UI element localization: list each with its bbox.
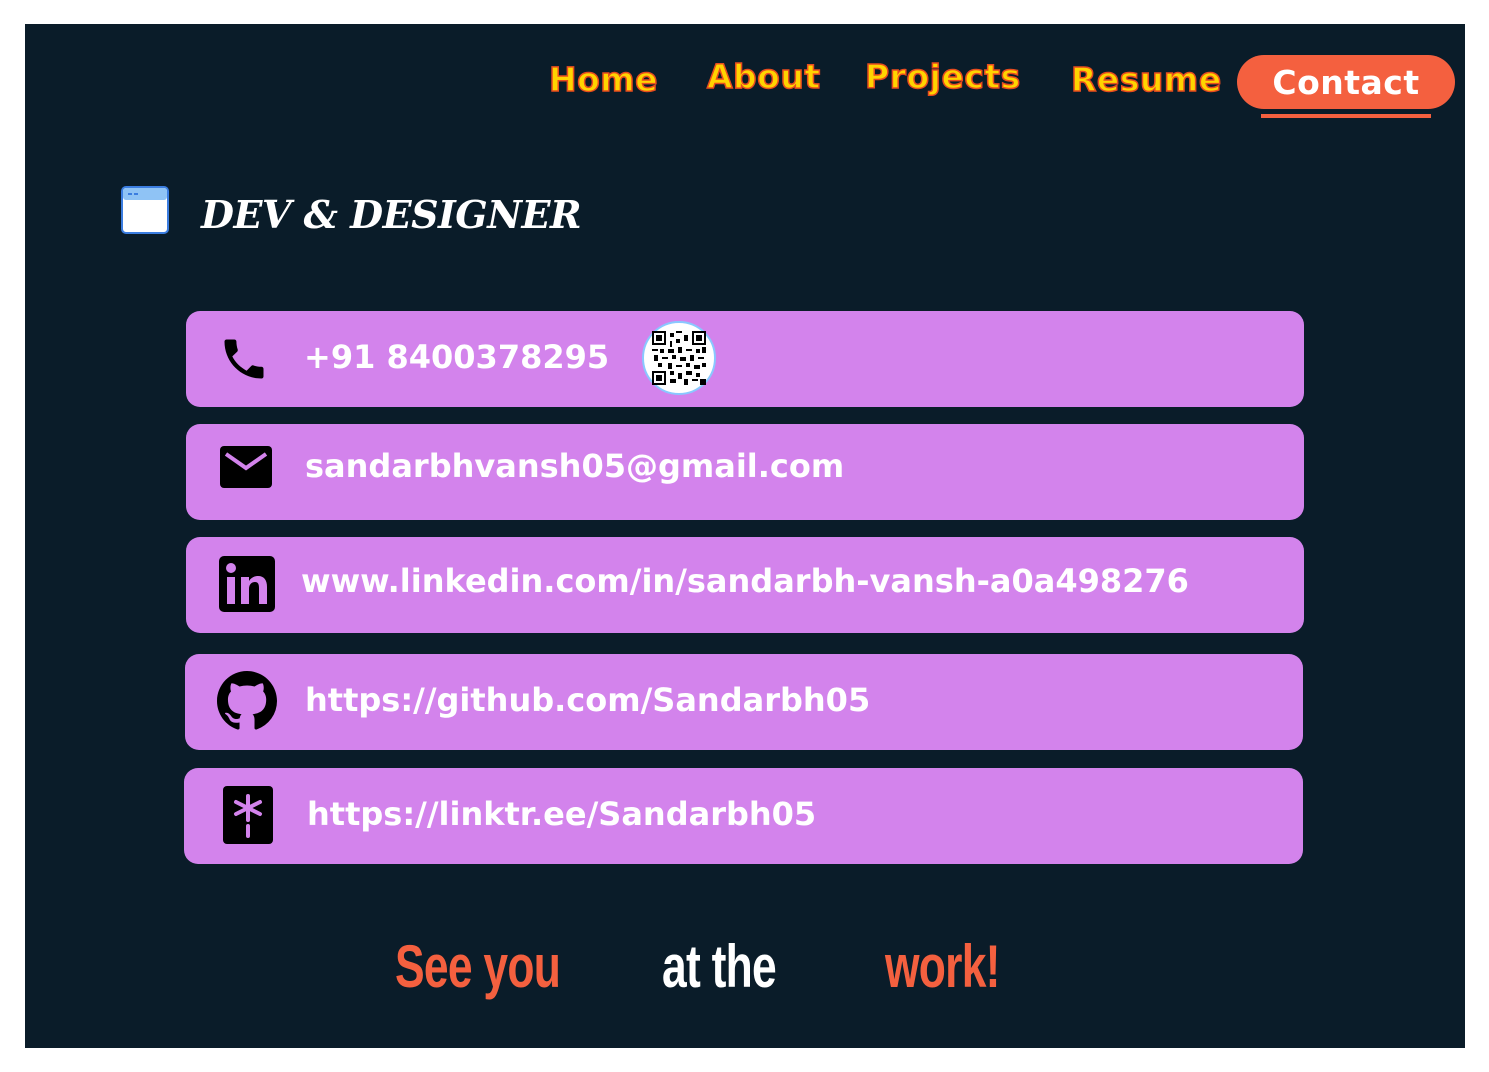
tagline-at-the: at the bbox=[662, 933, 777, 1000]
phone-icon bbox=[218, 333, 270, 389]
github-url: https://github.com/Sandarbh05 bbox=[305, 681, 871, 719]
email-card[interactable]: sandarbhvansh05@gmail.com bbox=[186, 424, 1304, 520]
nav-home-link[interactable]: Home bbox=[548, 59, 658, 100]
browser-window-icon bbox=[121, 186, 171, 236]
email-address: sandarbhvansh05@gmail.com bbox=[305, 447, 845, 485]
nav-about-link[interactable]: About bbox=[706, 56, 821, 97]
linktree-url: https://linktr.ee/Sandarbh05 bbox=[307, 795, 817, 833]
nav-projects-link[interactable]: Projects bbox=[864, 56, 1021, 97]
active-nav-underline bbox=[1261, 114, 1431, 118]
github-icon bbox=[217, 671, 277, 735]
github-card[interactable]: https://github.com/Sandarbh05 bbox=[185, 654, 1303, 750]
phone-card[interactable]: +91 8400378295 bbox=[186, 311, 1304, 407]
linkedin-icon bbox=[219, 556, 275, 616]
linkedin-url: www.linkedin.com/in/sandarbh-vansh-a0a49… bbox=[301, 562, 1189, 600]
tagline-see-you: See you bbox=[395, 933, 561, 1000]
linktree-card[interactable]: https://linktr.ee/Sandarbh05 bbox=[184, 768, 1303, 864]
linkedin-card[interactable]: www.linkedin.com/in/sandarbh-vansh-a0a49… bbox=[186, 537, 1304, 633]
linktree-icon bbox=[223, 786, 273, 848]
qr-code-icon[interactable] bbox=[642, 321, 716, 395]
page: Home About Projects Resume Contact DEV &… bbox=[25, 24, 1465, 1048]
tagline-work: work! bbox=[885, 933, 1000, 1000]
nav-resume-link[interactable]: Resume bbox=[1070, 59, 1222, 100]
nav-contact-button[interactable]: Contact bbox=[1237, 55, 1455, 109]
brand-title: DEV & DESIGNER bbox=[201, 192, 582, 237]
mail-icon bbox=[220, 444, 272, 494]
phone-number: +91 8400378295 bbox=[304, 338, 610, 376]
